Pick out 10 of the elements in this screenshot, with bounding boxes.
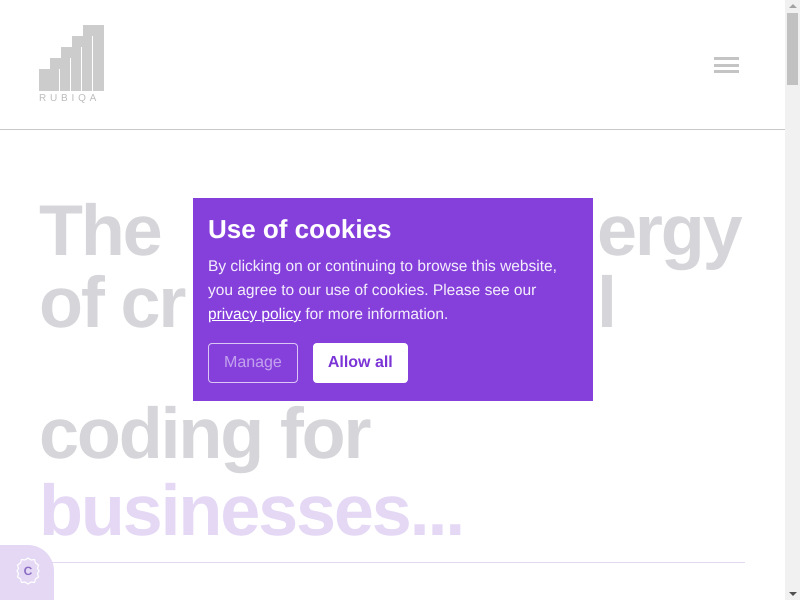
allow-all-button[interactable]: Allow all [312, 343, 408, 383]
dialog-text: By clicking on or continuing to browse this website, you agree to our use of cookies. Please see our privacy policy for more information. [208, 257, 558, 325]
badge-letter: C [24, 564, 32, 576]
menu-icon[interactable] [714, 57, 739, 73]
logo-text: RUBIQA [39, 94, 100, 104]
scrollbar[interactable] [785, 0, 800, 600]
dialog-title: Use of cookies [208, 213, 393, 246]
cookie-settings-button[interactable]: C [0, 545, 54, 600]
logo-icon [39, 25, 105, 91]
privacy-policy-link[interactable]: privacy policy [208, 306, 302, 323]
